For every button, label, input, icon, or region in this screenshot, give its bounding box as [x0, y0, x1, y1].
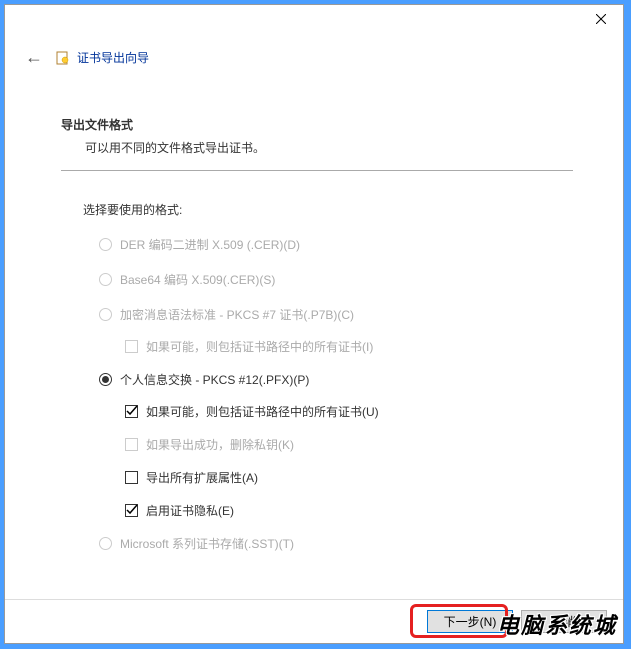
next-button[interactable]: 下一步(N) — [427, 610, 513, 633]
format-radio-group-2: 个人信息交换 - PKCS #12(.PFX)(P) — [99, 371, 573, 388]
wizard-footer: 下一步(N) 取消 电脑系统城 — [5, 599, 623, 643]
checkbox-pfx-privacy[interactable] — [125, 504, 138, 517]
wizard-window: ← 证书导出向导 导出文件格式 可以用不同的文件格式导出证书。 选择要使用的格式… — [4, 4, 624, 644]
label-pkcs7: 加密消息语法标准 - PKCS #7 证书(.P7B)(C) — [120, 306, 354, 323]
section-title: 导出文件格式 — [61, 116, 573, 133]
checkbox-pfx-delete — [125, 438, 138, 451]
option-base64: Base64 编码 X.509(.CER)(S) — [99, 271, 573, 288]
label-sst: Microsoft 系列证书存储(.SST)(T) — [120, 535, 294, 552]
checkbox-pfx-ext[interactable] — [125, 471, 138, 484]
pfx-suboptions: 如果可能，则包括证书路径中的所有证书(U) 如果导出成功，删除私钥(K) 导出所… — [125, 403, 573, 519]
label-pfx: 个人信息交换 - PKCS #12(.PFX)(P) — [120, 371, 309, 388]
option-pkcs7: 加密消息语法标准 - PKCS #7 证书(.P7B)(C) — [99, 306, 573, 323]
format-radio-group: DER 编码二进制 X.509 (.CER)(D) Base64 编码 X.50… — [99, 236, 573, 323]
option-pfx[interactable]: 个人信息交换 - PKCS #12(.PFX)(P) — [99, 371, 573, 388]
pkcs7-include-chain: 如果可能，则包括证书路径中的所有证书(I) — [125, 338, 573, 355]
label-pfx-privacy: 启用证书隐私(E) — [146, 502, 234, 519]
wizard-header: ← 证书导出向导 — [5, 37, 623, 86]
label-pfx-delete: 如果导出成功，删除私钥(K) — [146, 436, 294, 453]
radio-pkcs7 — [99, 308, 112, 321]
label-pfx-ext: 导出所有扩展属性(A) — [146, 469, 258, 486]
pfx-cert-privacy[interactable]: 启用证书隐私(E) — [125, 502, 573, 519]
back-button[interactable]: ← — [25, 47, 43, 68]
label-pkcs7-chain: 如果可能，则包括证书路径中的所有证书(I) — [146, 338, 373, 355]
wizard-title: 证书导出向导 — [77, 49, 149, 66]
radio-sst — [99, 537, 112, 550]
pfx-include-chain[interactable]: 如果可能，则包括证书路径中的所有证书(U) — [125, 403, 573, 420]
checkbox-pfx-chain[interactable] — [125, 405, 138, 418]
label-pfx-chain: 如果可能，则包括证书路径中的所有证书(U) — [146, 403, 379, 420]
option-sst: Microsoft 系列证书存储(.SST)(T) — [99, 535, 573, 552]
format-prompt: 选择要使用的格式: — [83, 201, 573, 218]
close-icon — [596, 14, 606, 24]
label-der: DER 编码二进制 X.509 (.CER)(D) — [120, 236, 300, 253]
checkbox-pkcs7-chain — [125, 340, 138, 353]
radio-pfx[interactable] — [99, 373, 112, 386]
divider — [61, 170, 573, 171]
pfx-delete-key: 如果导出成功，删除私钥(K) — [125, 436, 573, 453]
close-button[interactable] — [578, 5, 623, 33]
label-base64: Base64 编码 X.509(.CER)(S) — [120, 271, 275, 288]
wizard-content: 导出文件格式 可以用不同的文件格式导出证书。 选择要使用的格式: DER 编码二… — [5, 86, 623, 599]
pfx-export-ext[interactable]: 导出所有扩展属性(A) — [125, 469, 573, 486]
format-radio-group-3: Microsoft 系列证书存储(.SST)(T) — [99, 535, 573, 552]
pkcs7-suboptions: 如果可能，则包括证书路径中的所有证书(I) — [125, 338, 573, 355]
radio-base64 — [99, 273, 112, 286]
section-description: 可以用不同的文件格式导出证书。 — [85, 139, 573, 156]
radio-der — [99, 238, 112, 251]
certificate-icon — [55, 50, 71, 66]
cancel-button[interactable]: 取消 — [521, 610, 607, 633]
option-der: DER 编码二进制 X.509 (.CER)(D) — [99, 236, 573, 253]
titlebar — [5, 5, 623, 37]
